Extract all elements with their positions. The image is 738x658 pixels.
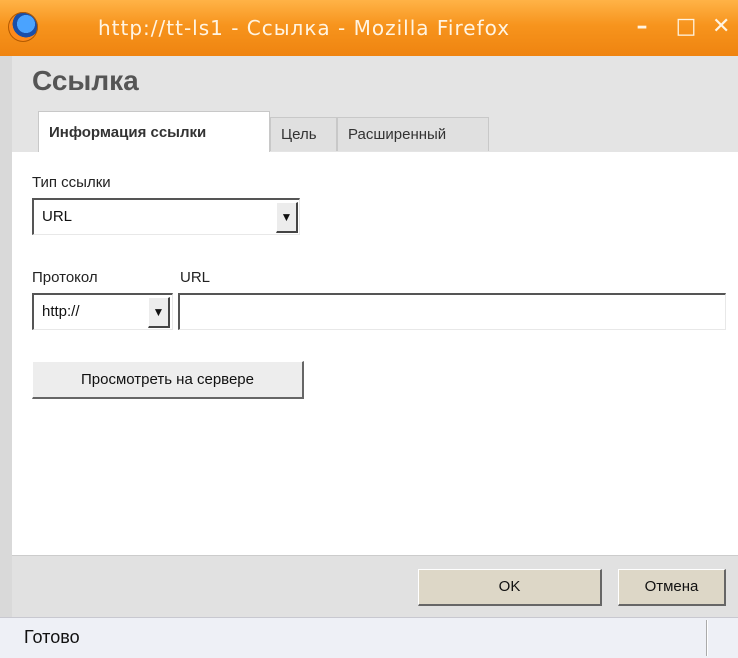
protocol-select[interactable]: http:// ▼ — [32, 293, 173, 330]
window-title: http://tt-ls1 - Ссылка - Mozilla Firefox — [98, 16, 511, 40]
protocol-label: Протокол — [32, 269, 98, 286]
firefox-icon — [8, 12, 38, 42]
ok-button[interactable]: OK — [418, 569, 602, 606]
dialog-content: Тип ссылки URL ▼ Протокол URL http:// ▼ … — [12, 152, 738, 555]
dialog-title: Ссылка — [32, 65, 139, 96]
cancel-button[interactable]: Отмена — [618, 569, 726, 606]
status-divider — [706, 620, 707, 656]
window-left-frame — [0, 56, 12, 617]
status-bar: Готово — [0, 617, 738, 658]
url-label: URL — [180, 269, 211, 286]
dialog-footer: OK Отмена — [12, 555, 738, 618]
link-type-label: Тип ссылки — [32, 174, 111, 191]
protocol-value: http:// — [42, 303, 80, 320]
tab-target[interactable]: Цель — [270, 117, 337, 151]
link-type-value: URL — [42, 208, 73, 225]
tab-link-info[interactable]: Информация ссылки — [38, 111, 270, 153]
dialog-header: Ссылка Информация ссылки Цель Расширенны… — [12, 56, 738, 153]
status-text: Готово — [24, 627, 80, 647]
window-titlebar[interactable]: http://tt-ls1 - Ссылка - Mozilla Firefox… — [0, 0, 738, 56]
chevron-down-icon[interactable]: ▼ — [276, 202, 298, 233]
chevron-down-icon[interactable]: ▼ — [148, 297, 170, 328]
browse-server-button[interactable]: Просмотреть на сервере — [32, 361, 304, 399]
tab-advanced[interactable]: Расширенный — [337, 117, 489, 151]
link-type-select[interactable]: URL ▼ — [32, 198, 300, 235]
minimize-icon[interactable]: – — [628, 13, 656, 41]
url-input[interactable] — [178, 293, 726, 330]
close-icon[interactable]: ✕ — [712, 13, 738, 41]
maximize-icon[interactable]: □ — [672, 13, 700, 41]
